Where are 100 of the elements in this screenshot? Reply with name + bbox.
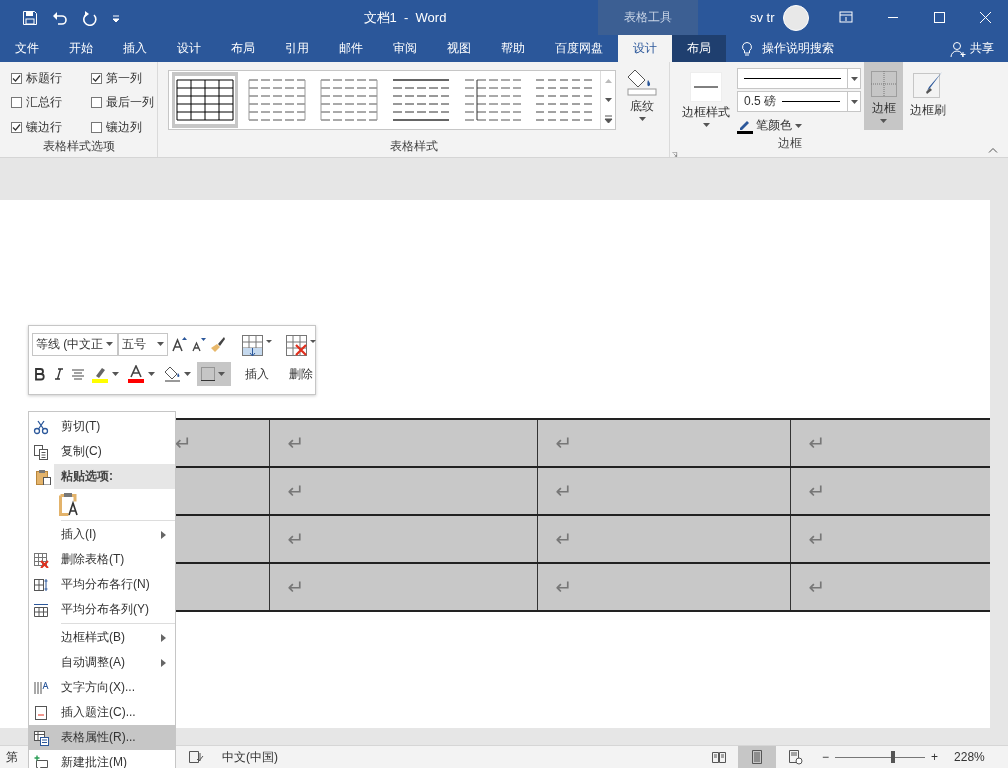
zoom-thumb[interactable] (890, 751, 895, 763)
ribbon-tab[interactable]: 视图 (432, 35, 486, 62)
menu-item[interactable]: 删除表格(T) (29, 547, 175, 572)
grow-font-icon (171, 336, 187, 352)
paragraph-mark: ↵ (555, 480, 573, 502)
customize-icon (112, 12, 120, 23)
menu-item[interactable]: 文字方向(X)... (29, 675, 175, 700)
page-number[interactable]: 第 (0, 748, 18, 766)
save-icon (22, 9, 38, 26)
menu-item[interactable]: 复制(C) (29, 439, 175, 464)
paste-keep-text-icon[interactable] (59, 492, 81, 516)
borders-icon (200, 366, 216, 382)
border-painter-button[interactable]: 边框刷 (906, 68, 950, 134)
paragraph-mark: ↵ (808, 432, 826, 454)
ribbon-tab[interactable]: 审阅 (378, 35, 432, 62)
proofing-icon (188, 749, 204, 765)
table-delete-icon (33, 551, 49, 568)
borders-button[interactable]: 边框 (864, 62, 903, 130)
table-properties-icon (33, 729, 49, 746)
font-color-button[interactable] (125, 362, 158, 386)
paragraph-mark: ↵ (175, 432, 192, 454)
border-styles-button[interactable]: 边框样式 (678, 68, 734, 134)
ribbon-tab[interactable]: 布局 (672, 35, 726, 62)
avatar[interactable] (782, 4, 809, 31)
caret-icon (218, 372, 225, 376)
zoom-percent[interactable]: 228% (954, 750, 985, 764)
redo-icon (82, 9, 98, 26)
ribbon-tab[interactable]: 插入 (108, 35, 162, 62)
share-button[interactable]: 共享 (970, 40, 994, 57)
group-label: 表格样式选项 (41, 138, 116, 155)
caret-icon (702, 123, 710, 127)
line-style-icon (744, 77, 842, 80)
ribbon-tab[interactable]: 帮助 (486, 35, 540, 62)
group-label: 表格样式 (388, 138, 439, 155)
caret-icon (638, 117, 646, 121)
paragraph-mark: ↵ (808, 480, 826, 502)
caption-icon (33, 704, 49, 721)
menu-item[interactable]: 表格属性(R)... (29, 725, 175, 750)
delete-table-button[interactable]: 删除 (279, 332, 323, 394)
menu-item[interactable]: 自动调整(A) (29, 650, 175, 675)
ribbon-tab[interactable]: 引用 (270, 35, 324, 62)
ribbon-tab[interactable]: 设计 (618, 35, 672, 62)
checkbox[interactable] (11, 121, 22, 133)
paragraph-mark: ↵ (808, 576, 826, 598)
more-icon (603, 114, 613, 124)
menu-item[interactable]: 边框样式(B) (29, 625, 175, 650)
scissors-icon (33, 418, 49, 435)
checkbox[interactable] (91, 97, 102, 109)
menu-item[interactable]: 插入题注(C)... (29, 700, 175, 725)
shading-button[interactable]: 底纹 (622, 62, 662, 137)
zoom-out-button[interactable]: − (822, 750, 829, 764)
checkbox[interactable] (11, 73, 22, 85)
language[interactable]: 中文(中国) (222, 748, 278, 766)
paragraph-mark: ↵ (555, 576, 573, 598)
borders-button[interactable] (197, 362, 231, 386)
caret-icon (148, 372, 155, 376)
ribbon-tab[interactable]: 开始 (54, 35, 108, 62)
distribute-rows-icon (33, 576, 49, 593)
group-label: 边框 (777, 135, 803, 152)
checkbox-label: 镶边列 (106, 118, 142, 136)
person-add-icon (950, 40, 966, 57)
font-color-icon (128, 365, 146, 383)
insert-table-button[interactable]: 插入 (235, 332, 279, 394)
pen-weight-dropdown[interactable]: 0.5 磅 (737, 91, 861, 112)
paragraph-mark: ↵ (287, 480, 305, 502)
caret-icon (850, 76, 858, 81)
checkbox-label: 标题行 (26, 70, 62, 88)
menu-item[interactable]: 新建批注(M) (29, 750, 175, 768)
font-dropdown[interactable]: 等线 (中文正 (32, 332, 118, 356)
caret-icon (795, 123, 802, 128)
zoom-in-button[interactable]: + (931, 750, 939, 764)
highlighter-icon (92, 365, 110, 383)
user-name[interactable]: sv tr (750, 10, 775, 25)
checkbox[interactable] (11, 97, 22, 109)
paragraph-mark: ↵ (287, 576, 305, 598)
caret-icon (157, 342, 164, 346)
tell-me-search[interactable]: 操作说明搜索 (762, 40, 834, 57)
checkbox[interactable] (91, 121, 102, 133)
checkbox[interactable] (91, 73, 102, 85)
pen-color-button[interactable]: 笔颜色 (737, 117, 861, 134)
table-style-thumbnail[interactable] (172, 72, 238, 128)
insert-table-icon (241, 334, 273, 358)
web-layout-icon (787, 749, 803, 765)
ribbon-tab[interactable]: 布局 (216, 35, 270, 62)
ribbon-tab[interactable]: 邮件 (324, 35, 378, 62)
caret-icon (850, 99, 858, 104)
submenu-arrow-icon (161, 530, 166, 539)
paragraph-mark: ↵ (808, 528, 826, 550)
submenu-arrow-icon (161, 633, 166, 642)
ribbon-tab[interactable]: 文件 (0, 35, 54, 62)
context-tab-group: 表格工具 (598, 0, 698, 35)
view-button[interactable] (738, 746, 776, 768)
font-size-dropdown[interactable]: 五号 (118, 332, 168, 356)
ribbon-tab[interactable]: 百度网盘 (540, 35, 618, 62)
caret-icon (106, 342, 114, 346)
checkbox-label: 镶边行 (26, 118, 62, 136)
paragraph-mark: ↵ (287, 432, 305, 454)
line-style-dropdown[interactable] (737, 68, 861, 89)
caret-icon (112, 372, 119, 376)
ribbon-tab[interactable]: 设计 (162, 35, 216, 62)
